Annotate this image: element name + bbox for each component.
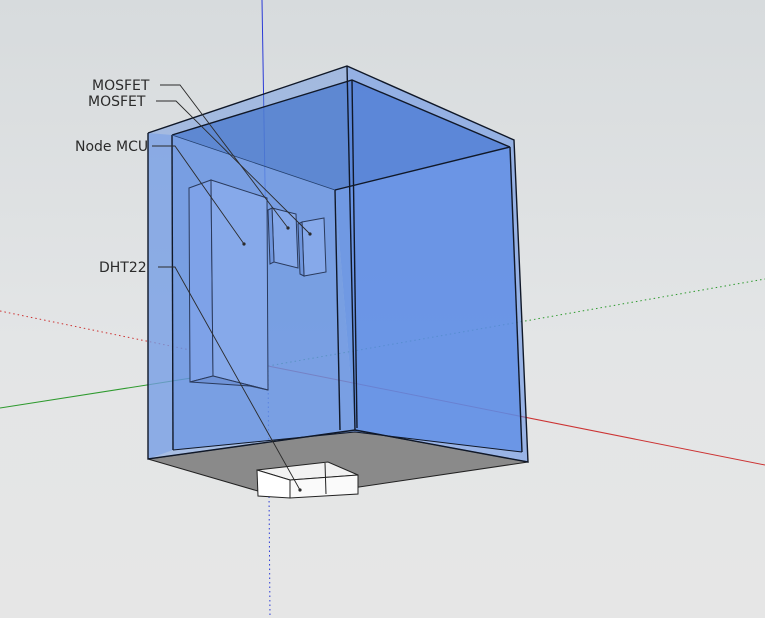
- label-mosfet-2[interactable]: MOSFET: [88, 94, 146, 110]
- box-right-face: [347, 66, 528, 462]
- label-node-mcu[interactable]: Node MCU: [75, 139, 148, 155]
- label-mosfet-1[interactable]: MOSFET: [92, 78, 150, 94]
- scene-canvas[interactable]: MOSFET MOSFET Node MCU DHT22: [0, 0, 765, 618]
- label-dht22[interactable]: DHT22: [99, 260, 147, 276]
- node-mcu-side: [188, 179, 214, 383]
- box-front-face: [148, 133, 173, 459]
- node-mcu-board[interactable]: [188, 179, 269, 391]
- node-mcu-front: [210, 179, 269, 391]
- mosfet-1-front: [271, 207, 299, 269]
- 3d-viewport[interactable]: MOSFET MOSFET Node MCU DHT22: [0, 0, 765, 618]
- mosfet-2-front: [301, 217, 327, 277]
